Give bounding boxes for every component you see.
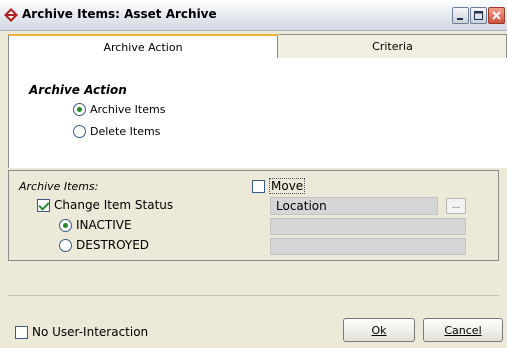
archive-items-group-label: Archive Items: bbox=[19, 180, 99, 193]
inactive-option[interactable]: INACTIVE bbox=[59, 218, 132, 232]
move-checkbox[interactable] bbox=[252, 179, 265, 193]
close-icon bbox=[492, 11, 501, 20]
section-heading: Archive Action bbox=[29, 83, 127, 97]
move-option[interactable]: Move bbox=[252, 178, 306, 194]
ok-button[interactable]: Ok bbox=[343, 318, 415, 342]
move-label: Move bbox=[269, 178, 306, 194]
maximize-button[interactable] bbox=[470, 7, 487, 24]
minimize-button[interactable] bbox=[452, 7, 469, 24]
destroyed-label: DESTROYED bbox=[76, 238, 150, 252]
tab-bar: Archive Action Criteria bbox=[0, 31, 507, 59]
footer-divider bbox=[8, 295, 499, 296]
window-title: Archive Items: Asset Archive bbox=[22, 7, 217, 21]
inactive-label: INACTIVE bbox=[76, 218, 132, 232]
change-status-label: Change Item Status bbox=[54, 198, 174, 212]
destroyed-radio[interactable] bbox=[59, 238, 72, 252]
archive-items-radio[interactable] bbox=[73, 103, 86, 116]
archive-items-option[interactable]: Archive Items bbox=[73, 103, 165, 116]
archive-items-label: Archive Items bbox=[90, 103, 166, 116]
change-status-checkbox[interactable] bbox=[37, 198, 50, 212]
title-bar[interactable]: Archive Items: Asset Archive bbox=[0, 0, 507, 31]
no-user-interaction-checkbox[interactable] bbox=[15, 325, 28, 339]
status-value-field-1[interactable] bbox=[270, 218, 466, 235]
location-browse-button[interactable]: ... bbox=[446, 198, 466, 214]
location-field[interactable]: Location bbox=[270, 197, 438, 215]
status-value-field-2[interactable] bbox=[270, 238, 466, 255]
inactive-radio[interactable] bbox=[59, 218, 72, 232]
no-user-interaction-option[interactable]: No User-Interaction bbox=[15, 325, 148, 339]
delete-items-option[interactable]: Delete Items bbox=[73, 125, 160, 138]
no-user-interaction-label: No User-Interaction bbox=[32, 325, 149, 339]
maximize-icon bbox=[474, 11, 483, 20]
delete-items-label: Delete Items bbox=[90, 125, 161, 138]
cancel-button[interactable]: Cancel bbox=[423, 318, 503, 342]
tab-criteria[interactable]: Criteria bbox=[279, 34, 507, 59]
change-status-option[interactable]: Change Item Status bbox=[37, 198, 173, 212]
destroyed-option[interactable]: DESTROYED bbox=[59, 238, 149, 252]
cancel-label: Cancel bbox=[444, 323, 482, 337]
minimize-icon bbox=[457, 18, 463, 20]
app-logo-icon bbox=[4, 8, 18, 22]
ok-label: Ok bbox=[371, 323, 387, 337]
tab-archive-action[interactable]: Archive Action bbox=[8, 34, 278, 59]
archive-action-panel: Archive Action Archive Items Delete Item… bbox=[8, 58, 507, 168]
delete-items-radio[interactable] bbox=[73, 125, 86, 138]
close-button[interactable] bbox=[488, 7, 505, 24]
